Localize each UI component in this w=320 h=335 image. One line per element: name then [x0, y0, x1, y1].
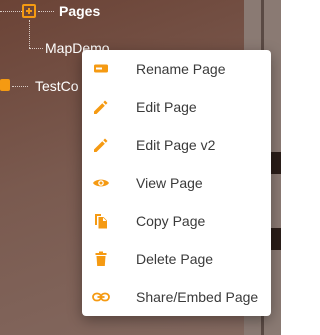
- tree-connector: [0, 11, 22, 12]
- link-icon: [92, 288, 110, 306]
- menu-item-edit-page-v2[interactable]: Edit Page v2: [82, 126, 271, 164]
- tree-connector: [38, 11, 54, 12]
- menu-item-label: Rename Page: [136, 61, 226, 77]
- menu-item-label: View Page: [136, 175, 203, 191]
- copy-icon: [92, 212, 110, 230]
- pencil-icon: [92, 136, 110, 154]
- trash-icon: [92, 250, 110, 268]
- menu-item-edit-page[interactable]: Edit Page: [82, 88, 271, 126]
- context-menu: Rename Page Edit Page Edit Page v2 View …: [82, 50, 271, 316]
- expand-icon[interactable]: [22, 4, 36, 18]
- page-icon: [0, 79, 10, 91]
- menu-item-rename-page[interactable]: Rename Page: [82, 50, 271, 88]
- tree-connector: [29, 48, 43, 49]
- menu-item-label: Edit Page v2: [136, 137, 216, 153]
- tree-connector: [29, 20, 30, 48]
- eye-icon: [92, 174, 110, 192]
- pencil-icon: [92, 98, 110, 116]
- menu-item-label: Copy Page: [136, 213, 206, 229]
- menu-item-label: Edit Page: [136, 99, 197, 115]
- menu-item-label: Delete Page: [136, 251, 214, 267]
- menu-item-copy-page[interactable]: Copy Page: [82, 202, 271, 240]
- app-background: Pages MapDemo TestCo Rename Page Edit Pa…: [0, 0, 281, 335]
- menu-item-delete-page[interactable]: Delete Page: [82, 240, 271, 278]
- rename-icon: [92, 60, 110, 78]
- menu-item-label: Share/Embed Page: [136, 289, 259, 305]
- menu-item-view-page[interactable]: View Page: [82, 164, 271, 202]
- tree-item-testco[interactable]: TestCo: [35, 78, 79, 94]
- tree-connector: [12, 86, 28, 87]
- tree-item-pages[interactable]: Pages: [59, 3, 100, 19]
- menu-item-share-embed-page[interactable]: Share/Embed Page: [82, 278, 271, 316]
